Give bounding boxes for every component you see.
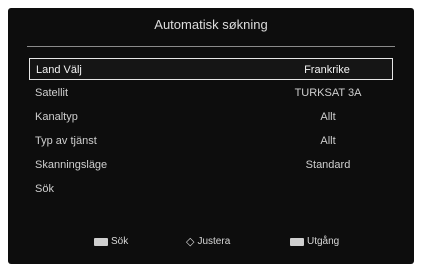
left-right-arrows-icon: ◇ (186, 236, 195, 248)
menu-value: TURKSAT 3A (294, 87, 362, 99)
footer-exit-hint: Utgång (290, 230, 339, 254)
menu-value: Allt (320, 135, 336, 147)
menu-row-channel-type[interactable]: Kanaltyp Allt (29, 106, 393, 128)
menu-label: Land Välj (36, 64, 82, 76)
exit-key-icon (290, 238, 304, 246)
footer-adjust-label: Justera (197, 236, 231, 247)
menu-value: Frankrike (304, 64, 350, 76)
menu-row-satellite[interactable]: Satellit TURKSAT 3A (29, 82, 393, 104)
auto-search-dialog: Automatisk søkning Land Välj Frankrike S… (8, 8, 414, 264)
footer-ok-label: Sök (111, 236, 129, 247)
menu-row-service-type[interactable]: Typ av tjänst Allt (29, 130, 393, 152)
menu-label: Satellit (35, 87, 69, 99)
menu-label: Sök (35, 183, 54, 195)
menu-value: Allt (320, 111, 336, 123)
menu-row-country[interactable]: Land Välj Frankrike (29, 58, 393, 80)
footer-hints: Sök ◇ Justera Utgång (8, 230, 414, 254)
footer-adjust-hint: ◇ Justera (186, 230, 230, 254)
footer-ok-hint: Sök (94, 230, 128, 254)
footer-exit-label: Utgång (307, 236, 340, 247)
menu-label: Skanningsläge (35, 159, 108, 171)
dialog-title: Automatisk søkning (154, 17, 268, 32)
menu-row-scan-mode[interactable]: Skanningsläge Standard (29, 154, 393, 176)
title-divider (27, 46, 395, 47)
menu-value: Standard (305, 159, 351, 171)
menu-row-search[interactable]: Sök (29, 178, 393, 200)
menu-label: Kanaltyp (35, 111, 78, 123)
ok-key-icon (94, 238, 108, 246)
menu-label: Typ av tjänst (35, 135, 97, 147)
